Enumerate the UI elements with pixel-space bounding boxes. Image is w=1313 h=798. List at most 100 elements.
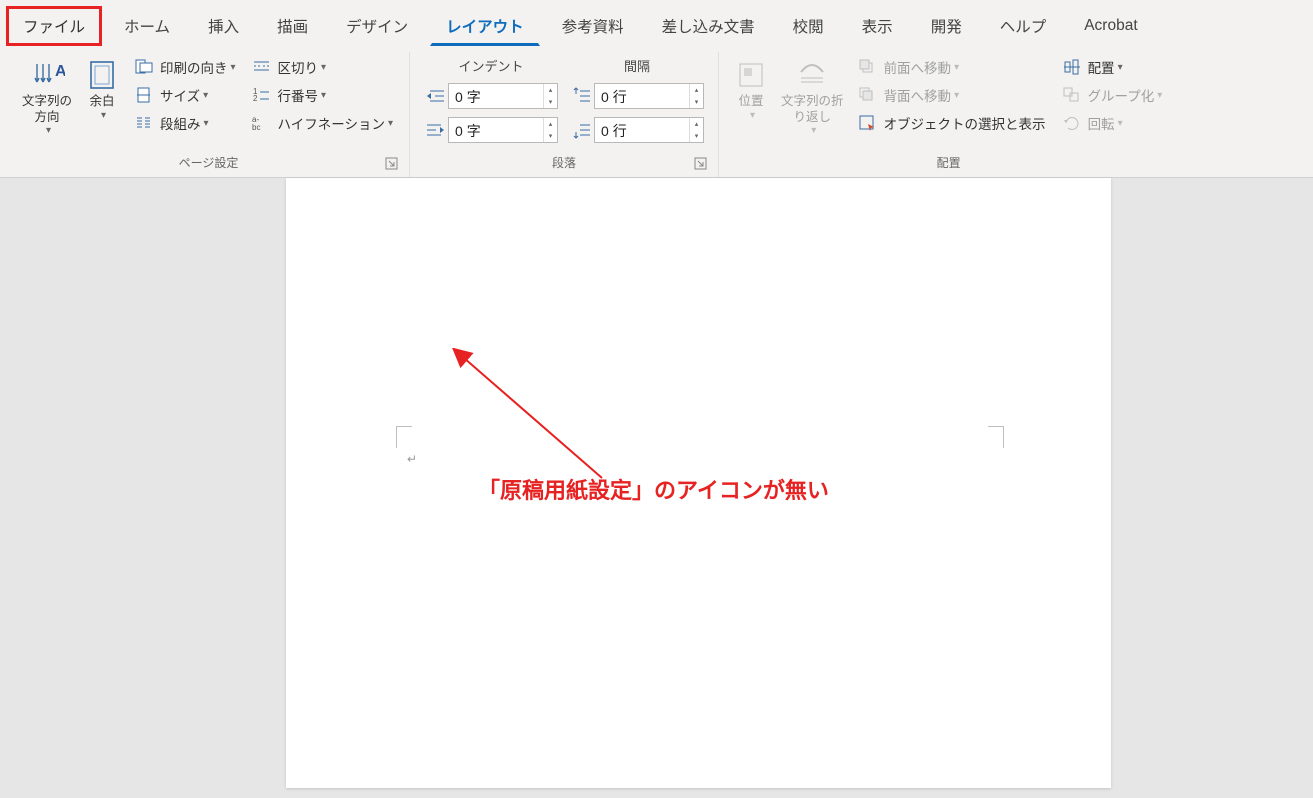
margin-corner-top-right [988,426,1004,448]
spinner-up[interactable]: ▴ [690,84,703,96]
tab-view[interactable]: 表示 [846,7,909,45]
indent-left-value: 0 字 [449,84,543,108]
position-button: 位置 ▾ [727,54,775,121]
chevron-down-icon: ▾ [1118,118,1123,129]
chevron-down-icon: ▾ [388,118,393,129]
breaks-icon [252,58,272,76]
tab-design[interactable]: デザイン [330,7,424,45]
group-objects-label: グループ化 [1088,85,1155,105]
paragraph-mark-icon: ↵ [407,452,417,466]
send-backward-button: 背面へ移動 ▾ [854,82,1050,108]
ribbon: ファイル ホーム 挿入 描画 デザイン レイアウト 参考資料 差し込み文書 校閲… [0,0,1313,178]
send-backward-label: 背面へ移動 [884,85,952,105]
breaks-label: 区切り [278,57,319,77]
tab-insert[interactable]: 挿入 [192,7,255,45]
send-backward-icon [858,86,878,104]
group-objects-button: グループ化 ▾ [1058,82,1167,108]
chevron-down-icon: ▾ [321,62,326,73]
paragraph-dialog-launcher[interactable] [694,157,708,171]
line-numbers-button[interactable]: 12 行番号 ▾ [248,82,398,108]
margins-button[interactable]: 余白 ▾ [78,54,126,121]
wrap-text-icon [794,58,830,92]
indent-left-spinner[interactable]: 0 字 ▴▾ [448,83,558,109]
chevron-down-icon: ▾ [321,90,326,101]
group-arrange: 位置 ▾ 文字列の折 り返し ▾ 前面へ移動 [719,52,1178,177]
spacing-heading: 間隔 [570,54,704,79]
bring-forward-label: 前面へ移動 [884,57,952,77]
line-numbers-label: 行番号 [278,85,319,105]
chevron-down-icon: ▾ [204,118,209,129]
tab-layout[interactable]: レイアウト [430,7,540,46]
chevron-down-icon: ▾ [1118,62,1123,73]
orientation-icon [134,58,154,76]
tab-review[interactable]: 校閲 [777,7,840,45]
rotate-icon [1062,114,1082,132]
svg-text:bc: bc [252,123,260,132]
spinner-up[interactable]: ▴ [544,84,557,96]
spinner-down[interactable]: ▾ [544,130,557,142]
tab-references[interactable]: 参考資料 [546,7,640,45]
position-label: 位置 [739,94,764,110]
annotation-text: 「原稿用紙設定」のアイコンが無い [478,473,829,505]
margins-icon [84,58,120,92]
group-label-arrange: 配置 [937,154,961,171]
rotate-label: 回転 [1088,113,1115,133]
bring-forward-button: 前面へ移動 ▾ [854,54,1050,80]
margin-corner-top-left [396,426,412,448]
position-icon [733,58,769,92]
spacing-after-spinner[interactable]: 0 行 ▴▾ [594,117,704,143]
indent-right-icon [424,119,448,141]
tab-acrobat[interactable]: Acrobat [1068,9,1153,43]
tab-draw[interactable]: 描画 [261,7,324,45]
spinner-down[interactable]: ▾ [544,96,557,108]
spinner-down[interactable]: ▾ [690,130,703,142]
group-paragraph: インデント 0 字 ▴▾ [410,52,719,177]
chevron-down-icon: ▾ [811,125,816,136]
page-setup-dialog-launcher[interactable] [385,157,399,171]
text-direction-button[interactable]: A 文字列の 方向 ▾ [16,54,78,136]
tab-developer[interactable]: 開発 [915,7,978,45]
chevron-down-icon: ▾ [46,125,51,136]
size-label: サイズ [160,85,200,105]
tab-file[interactable]: ファイル [6,6,102,46]
selection-pane-button[interactable]: オブジェクトの選択と表示 [854,110,1050,136]
text-direction-label: 文字列の 方向 [22,94,72,125]
text-direction-icon: A [29,58,65,92]
breaks-button[interactable]: 区切り ▾ [248,54,398,80]
chevron-down-icon: ▾ [1157,90,1162,101]
hyphenation-label: ハイフネーション [278,113,385,133]
hyphenation-button[interactable]: a-bc ハイフネーション ▾ [248,110,398,136]
rotate-button: 回転 ▾ [1058,110,1167,136]
tab-mailings[interactable]: 差し込み文書 [646,7,771,45]
columns-label: 段組み [160,113,201,133]
group-icon [1062,86,1082,104]
align-icon [1062,58,1082,76]
tab-home[interactable]: ホーム [108,7,186,45]
tab-help[interactable]: ヘルプ [984,7,1063,45]
orientation-label: 印刷の向き [160,57,228,77]
indent-right-spinner[interactable]: 0 字 ▴▾ [448,117,558,143]
chevron-down-icon: ▾ [231,62,236,73]
spinner-up[interactable]: ▴ [544,118,557,130]
wrap-text-button: 文字列の折 り返し ▾ [775,54,850,136]
margins-label: 余白 [90,94,115,110]
selection-pane-label: オブジェクトの選択と表示 [884,113,1046,133]
spacing-after-value: 0 行 [595,118,689,142]
spinner-up[interactable]: ▴ [690,118,703,130]
line-numbers-icon: 12 [252,86,272,104]
document-area: ↵ 「原稿用紙設定」のアイコンが無い [0,178,1313,788]
spacing-before-spinner[interactable]: 0 行 ▴▾ [594,83,704,109]
spacing-after-icon [570,119,594,141]
spinner-down[interactable]: ▾ [690,96,703,108]
selection-pane-icon [858,114,878,132]
indent-right-value: 0 字 [449,118,543,142]
orientation-button[interactable]: 印刷の向き ▾ [130,54,240,80]
size-button[interactable]: サイズ ▾ [130,82,240,108]
columns-button[interactable]: 段組み ▾ [130,110,240,136]
group-label-page-setup: ページ設定 [179,154,239,171]
ribbon-body: A 文字列の 方向 ▾ 余白 ▾ [0,46,1313,177]
indent-heading: インデント [424,54,558,79]
svg-text:A: A [55,63,65,80]
align-button[interactable]: 配置 ▾ [1058,54,1167,80]
svg-text:2: 2 [253,94,258,103]
